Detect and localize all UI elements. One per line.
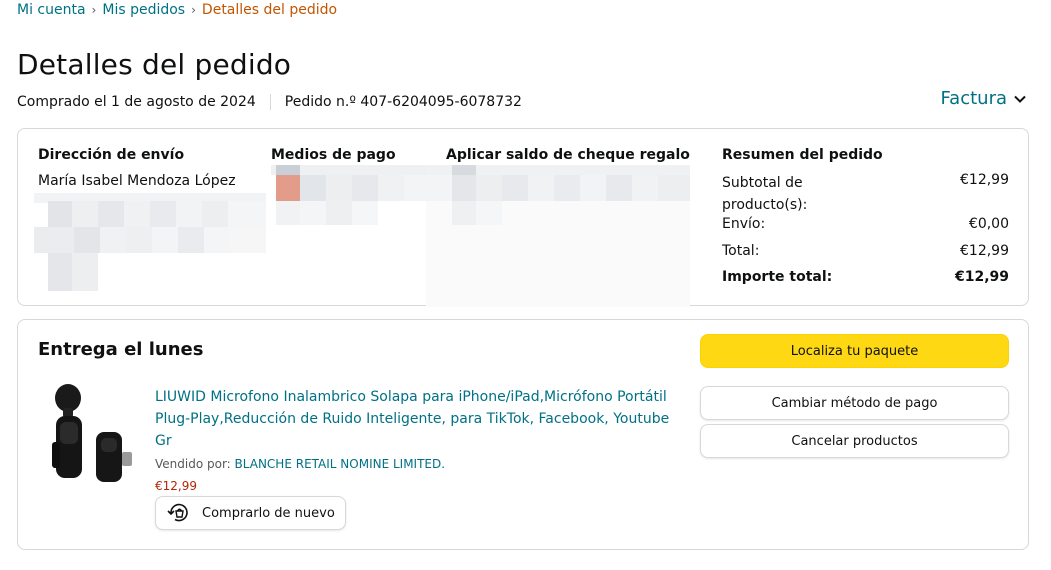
order-meta: Comprado el 1 de agosto de 2024 Pedido n… <box>17 94 522 110</box>
breadcrumb: Mi cuenta › Mis pedidos › Detalles del pedid… <box>17 2 337 18</box>
page-title: Detalles del pedido <box>17 48 292 81</box>
change-payment-label: Cambiar método de pago <box>771 395 938 411</box>
sold-by-label: Vendido por: <box>155 457 231 471</box>
shipping-address-title: Dirección de envío <box>38 147 185 163</box>
order-info-card: Dirección de envío María Isabel Mendoza … <box>17 128 1029 307</box>
seller-link[interactable]: BLANCHE RETAIL NOMINE LIMITED. <box>235 457 446 471</box>
change-payment-button[interactable]: Cambiar método de pago <box>700 386 1009 420</box>
breadcrumb-my-account[interactable]: Mi cuenta <box>17 2 86 18</box>
track-package-button[interactable]: Localiza tu paquete <box>700 334 1009 368</box>
redacted-payment <box>271 165 431 229</box>
summary-value: €12,99 <box>960 172 1009 188</box>
breadcrumb-separator: › <box>191 3 196 17</box>
invoice-label: Factura <box>940 88 1007 109</box>
cancel-products-button[interactable]: Cancelar productos <box>700 424 1009 458</box>
summary-row-shipping: Envío: €0,00 <box>722 216 1009 232</box>
summary-label: Envío: <box>722 216 766 232</box>
purchase-date: Comprado el 1 de agosto de 2024 <box>17 94 256 110</box>
summary-value: €0,00 <box>968 216 1009 232</box>
product-title-link[interactable]: LIUWID Microfono Inalambrico Solapa para… <box>155 386 675 452</box>
delivery-card: Entrega el lunes LIUWID Microfono Inalam… <box>17 319 1029 550</box>
order-summary-title: Resumen del pedido <box>722 147 883 163</box>
summary-label: Subtotal de producto(s): <box>722 175 808 213</box>
buy-again-button[interactable]: Comprarlo de nuevo <box>155 496 346 530</box>
breadcrumb-my-orders[interactable]: Mis pedidos <box>102 2 185 18</box>
summary-label: Importe total: <box>722 269 833 285</box>
payment-methods-title: Medios de pago <box>271 147 396 163</box>
track-package-label: Localiza tu paquete <box>790 343 919 359</box>
summary-label: Total: <box>722 243 760 259</box>
buy-again-label: Comprarlo de nuevo <box>202 505 335 521</box>
invoice-dropdown[interactable]: Factura <box>940 88 1027 109</box>
sold-by: Vendido por: BLANCHE RETAIL NOMINE LIMIT… <box>155 457 445 471</box>
product-image[interactable] <box>46 382 136 492</box>
chevron-down-icon <box>1014 95 1026 103</box>
summary-row-total: Total: €12,99 <box>722 243 1009 259</box>
summary-row-grand-total: Importe total: €12,99 <box>722 269 1009 285</box>
summary-value: €12,99 <box>954 269 1009 285</box>
breadcrumb-current: Detalles del pedido <box>201 2 338 18</box>
redacted-gift-card <box>426 165 690 307</box>
breadcrumb-separator: › <box>91 3 97 17</box>
product-price: €12,99 <box>155 479 197 493</box>
redacted-address <box>34 193 266 291</box>
summary-value: €12,99 <box>960 243 1009 259</box>
meta-divider <box>269 94 271 110</box>
cancel-products-label: Cancelar productos <box>791 433 918 449</box>
buy-again-icon <box>167 503 188 522</box>
delivery-title: Entrega el lunes <box>38 339 204 360</box>
summary-row-subtotal: Subtotal de producto(s): €12,99 <box>722 172 1009 216</box>
order-number: Pedido n.º 407-6204095-6078732 <box>284 94 522 110</box>
gift-card-title: Aplicar saldo de cheque regalo <box>446 147 690 163</box>
shipping-name: María Isabel Mendoza López <box>38 173 236 189</box>
